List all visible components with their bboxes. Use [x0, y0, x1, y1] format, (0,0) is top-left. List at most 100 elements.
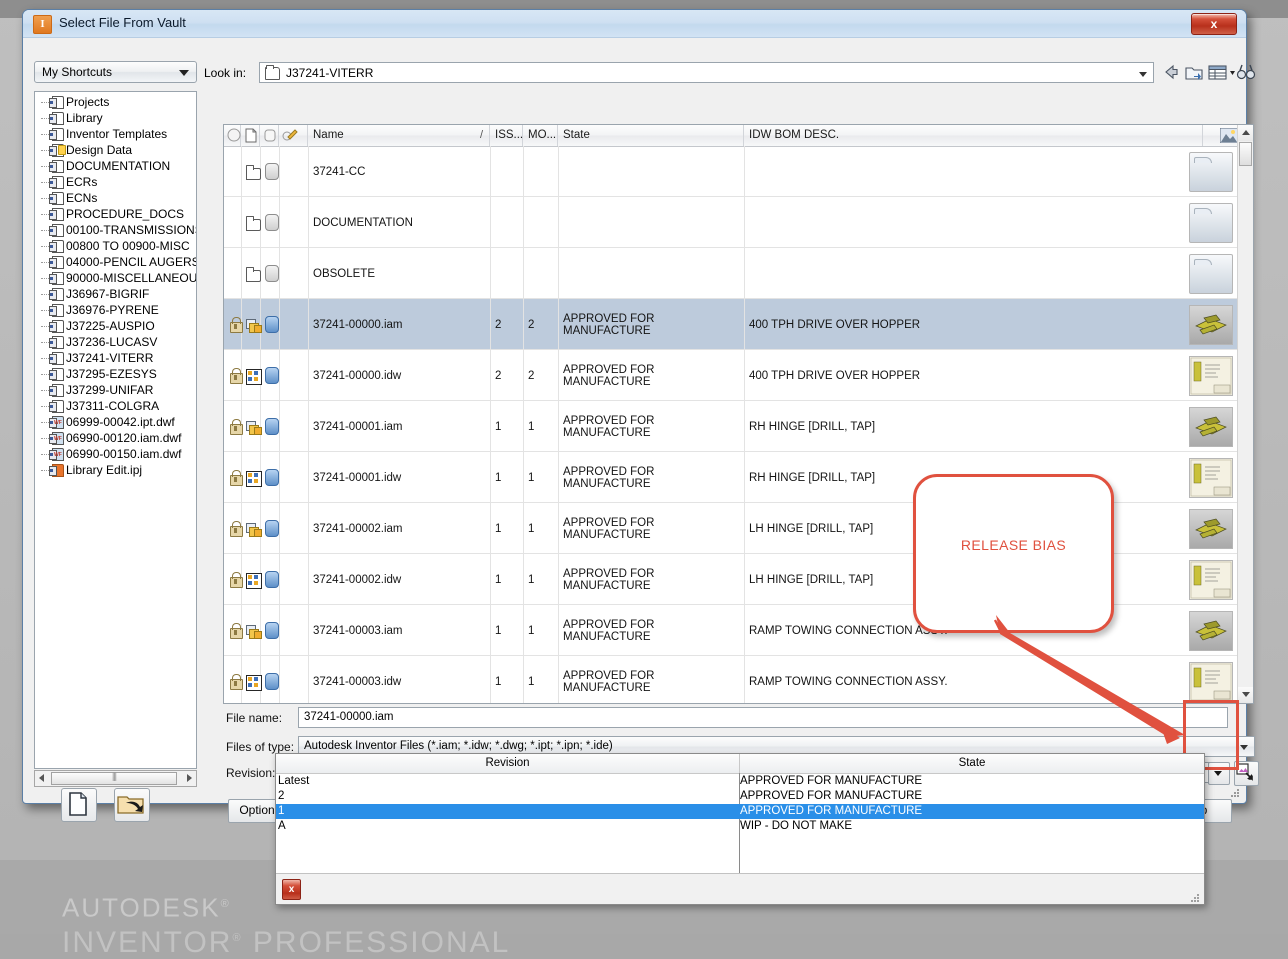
state-label: APPROVED FOR MANUFACTURE — [563, 364, 744, 388]
checked-in-lock-icon — [229, 369, 241, 383]
revision-option-row[interactable]: 2APPROVED FOR MANUFACTURE — [276, 789, 1204, 804]
column-header-iss[interactable]: ISS... — [490, 125, 523, 146]
tree-item[interactable]: J36967-BIGRIF — [35, 286, 196, 302]
cell-name: 37241-00000.idw — [308, 350, 490, 401]
scroll-thumb[interactable] — [51, 772, 177, 785]
tree-item[interactable]: PROCEDURE_DOCS — [35, 206, 196, 222]
cell-status — [224, 146, 241, 197]
cell-status — [224, 503, 241, 554]
tree-item[interactable]: 00100-TRANSMISSIONS — [35, 222, 196, 238]
state-column-header[interactable]: State — [740, 754, 1204, 773]
column-header-status[interactable] — [224, 125, 241, 146]
tree-item[interactable]: DOCUMENTATION — [35, 158, 196, 174]
revision-dropdown-popup[interactable]: Revision State LatestAPPROVED FOR MANUFA… — [275, 753, 1205, 905]
revision-value: Latest — [278, 774, 309, 789]
cell-state: APPROVED FOR MANUFACTURE — [558, 605, 744, 656]
issue-value: 1 — [495, 421, 501, 433]
table-row[interactable]: 37241-CC — [224, 146, 1237, 197]
revision-option-row[interactable]: 1APPROVED FOR MANUFACTURE — [276, 804, 1204, 819]
file-name-label: 37241-00002.idw — [313, 574, 401, 586]
filename-input[interactable]: 37241-00000.iam — [298, 707, 1228, 728]
back-button[interactable] — [1159, 60, 1183, 84]
tree-item[interactable]: Inventor Templates — [35, 126, 196, 142]
close-button[interactable]: x — [1191, 13, 1237, 35]
revision-value: 2 — [278, 789, 284, 804]
column-header-state[interactable]: State — [558, 125, 744, 146]
cell-thumbnail — [1185, 656, 1237, 704]
tree-item[interactable]: WF06990-00120.iam.dwf — [35, 430, 196, 446]
scroll-right-arrow-icon[interactable] — [187, 774, 192, 782]
drawing-thumbnail — [1189, 560, 1233, 600]
cell-category — [260, 299, 279, 350]
tree-item[interactable]: WF06999-00042.ipt.dwf — [35, 414, 196, 430]
vault-folder-tree[interactable]: ProjectsLibraryInventor TemplatesDesign … — [34, 91, 197, 769]
revision-option-row[interactable]: LatestAPPROVED FOR MANUFACTURE — [276, 774, 1204, 789]
revision-column-header[interactable]: Revision — [276, 754, 740, 773]
scroll-up-arrow-icon[interactable] — [1238, 125, 1253, 141]
tree-item[interactable]: 04000-PENCIL AUGERS — [35, 254, 196, 270]
tree-connector — [41, 454, 49, 455]
column-header-doc[interactable] — [241, 125, 260, 146]
cell-edit — [279, 452, 308, 503]
resize-grip[interactable] — [1229, 787, 1241, 799]
tree-item[interactable]: Library — [35, 110, 196, 126]
cell-mo — [523, 197, 558, 248]
vault-folder-icon — [49, 320, 63, 332]
lookin-combobox[interactable]: J37241-VITERR — [259, 62, 1154, 83]
file-list-vertical-scrollbar[interactable] — [1237, 125, 1253, 703]
cell-state — [558, 248, 744, 299]
scroll-left-arrow-icon[interactable] — [39, 774, 44, 782]
table-row[interactable]: OBSOLETE — [224, 248, 1237, 299]
shortcuts-dropdown[interactable]: My Shortcuts — [34, 61, 197, 83]
new-folder-button[interactable] — [61, 788, 97, 822]
dialog-titlebar[interactable]: I Select File From Vault x — [23, 10, 1246, 38]
tree-item-label: Projects — [66, 94, 109, 110]
checked-in-lock-icon — [229, 471, 241, 485]
chevron-down-icon — [1139, 72, 1147, 77]
table-row[interactable]: 37241-00000.iam22APPROVED FOR MANUFACTUR… — [224, 299, 1237, 350]
dwf-file-icon: WF — [49, 416, 63, 428]
tree-item[interactable]: Library Edit.ipj — [35, 462, 196, 478]
tree-item[interactable]: Projects — [35, 94, 196, 110]
tree-item-label: Inventor Templates — [66, 126, 167, 142]
column-header-bom[interactable]: IDW BOM DESC. — [744, 125, 1203, 146]
tree-item-label: 90000-MISCELLANEOUS — [66, 270, 197, 286]
tree-item[interactable]: WF06990-00150.iam.dwf — [35, 446, 196, 462]
scroll-down-arrow-icon[interactable] — [1238, 687, 1253, 703]
up-one-level-button[interactable] — [1182, 60, 1206, 84]
cell-doc — [241, 452, 260, 503]
tree-item[interactable]: 00800 TO 00900-MISC — [35, 238, 196, 254]
scroll-thumb-vertical[interactable] — [1239, 142, 1252, 166]
tree-item[interactable]: J37295-EZESYS — [35, 366, 196, 382]
column-header-cat[interactable] — [260, 125, 279, 146]
state-label: APPROVED FOR MANUFACTURE — [563, 670, 744, 694]
popup-resize-grip[interactable] — [1191, 892, 1200, 901]
tree-connector — [41, 406, 49, 407]
table-row[interactable]: 37241-00000.idw22APPROVED FOR MANUFACTUR… — [224, 350, 1237, 401]
column-header-edit[interactable] — [279, 125, 308, 146]
column-header-name[interactable]: Name/ — [308, 125, 490, 146]
find-button[interactable] — [1234, 60, 1258, 84]
table-row[interactable]: 37241-00001.iam11APPROVED FOR MANUFACTUR… — [224, 401, 1237, 452]
column-header-mo[interactable]: MO... — [523, 125, 558, 146]
model-thumbnail — [1189, 407, 1233, 447]
revision-popup-close-button[interactable]: x — [282, 879, 301, 900]
bom-description: RAMP TOWING CONNECTION ASSY. — [749, 625, 948, 637]
tree-item[interactable]: J37299-UNIFAR — [35, 382, 196, 398]
category-pill-icon — [265, 214, 279, 231]
tree-item[interactable]: J37225-AUSPIO — [35, 318, 196, 334]
tree-item[interactable]: J37236-LUCASV — [35, 334, 196, 350]
cell-doc — [241, 146, 260, 197]
table-row[interactable]: 37241-00003.idw11APPROVED FOR MANUFACTUR… — [224, 656, 1237, 704]
go-to-folder-button[interactable] — [114, 788, 150, 822]
table-row[interactable]: DOCUMENTATION — [224, 197, 1237, 248]
tree-item[interactable]: J37241-VITERR — [35, 350, 196, 366]
tree-item[interactable]: 90000-MISCELLANEOUS — [35, 270, 196, 286]
tree-horizontal-scrollbar[interactable] — [34, 770, 197, 787]
tree-item[interactable]: J37311-COLGRA — [35, 398, 196, 414]
tree-item[interactable]: ECNs — [35, 190, 196, 206]
revision-option-row[interactable]: AWIP - DO NOT MAKE — [276, 819, 1204, 834]
tree-item[interactable]: Design Data — [35, 142, 196, 158]
tree-item[interactable]: ECRs — [35, 174, 196, 190]
tree-item[interactable]: J36976-PYRENE — [35, 302, 196, 318]
